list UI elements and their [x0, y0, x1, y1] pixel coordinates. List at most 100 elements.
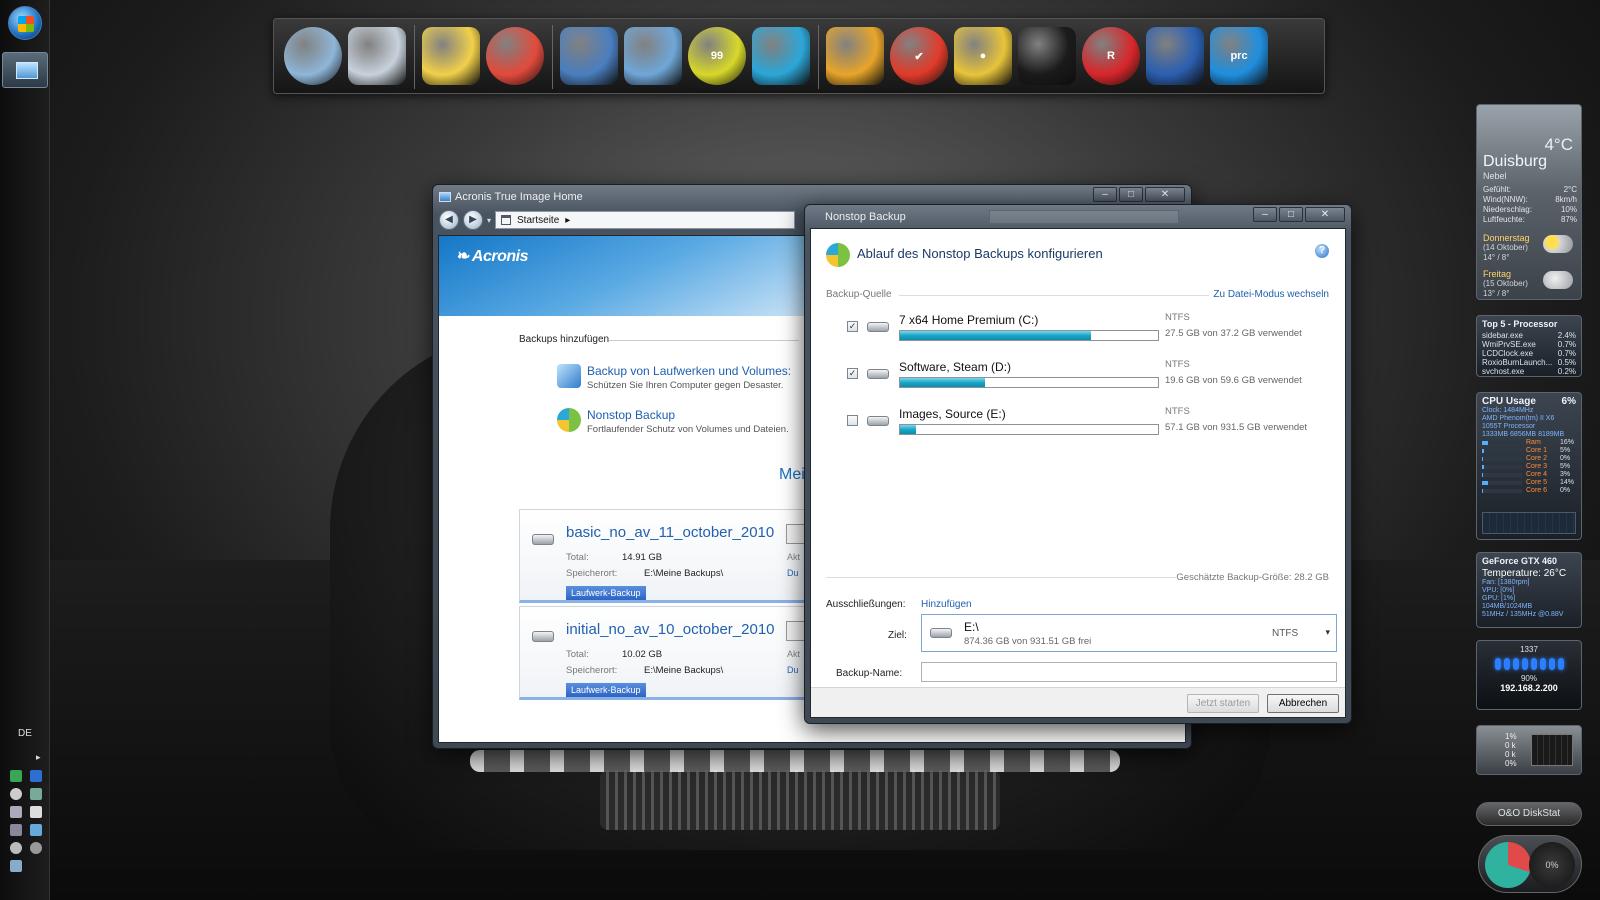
total-value: 10.02 GB — [622, 649, 663, 660]
start-now-button[interactable]: Jetzt starten — [1187, 694, 1259, 713]
dialog-search-field[interactable] — [989, 210, 1179, 224]
address-bar[interactable]: Startseite ▸ — [495, 211, 796, 229]
tray-star-icon[interactable] — [10, 860, 22, 872]
breadcrumb-startseite[interactable]: Startseite — [517, 215, 559, 226]
cpu-header: CPU Usage 6% — [1482, 396, 1576, 407]
maximize-button[interactable]: □ — [1119, 187, 1143, 202]
drive-checkbox[interactable]: ✓ — [847, 321, 858, 332]
disc-refresh-icon[interactable] — [752, 27, 810, 85]
tray-app-icon[interactable] — [10, 770, 22, 782]
gpu-gadget[interactable]: GeForce GTX 460 Temperature: 26°C Fan: [… — [1476, 552, 1582, 628]
help-icon[interactable]: ? — [1315, 244, 1329, 258]
start-button[interactable] — [8, 6, 42, 40]
sun-cloud-icon — [1543, 235, 1573, 253]
drive-icon — [930, 628, 952, 638]
language-indicator[interactable]: DE — [0, 728, 50, 739]
target-filesystem: NTFS — [1272, 628, 1299, 639]
cpu-core-row: Core 1 5% — [1482, 447, 1576, 455]
paint-icon[interactable] — [422, 27, 480, 85]
forward-button[interactable]: ▶ — [463, 210, 483, 230]
backup-name[interactable]: initial_no_av_10_october_2010 — [566, 621, 775, 638]
eye-player-icon[interactable]: ● — [954, 27, 1012, 85]
tray-volume-icon[interactable] — [30, 842, 42, 854]
dialog-content: Ablauf des Nonstop Backups konfigurieren… — [810, 228, 1346, 718]
pinwheel-icon[interactable] — [486, 27, 544, 85]
network-icon[interactable] — [560, 27, 618, 85]
face-icon[interactable] — [1018, 27, 1076, 85]
backup-side-link[interactable]: Du — [787, 665, 799, 675]
prc-icon[interactable]: prc — [1210, 27, 1268, 85]
trash-icon[interactable] — [348, 27, 406, 85]
cpu-core-bar — [1482, 489, 1522, 493]
source-drive-row[interactable]: ✓ 7 x64 Home Premium (C:) NTFS 27.5 GB von … — [847, 312, 1317, 353]
backup-action-button[interactable] — [786, 621, 806, 641]
cpu-core-bar — [1482, 441, 1522, 445]
add-disk-backup-link[interactable]: Backup von Laufwerken und Volumes: — [587, 364, 791, 378]
backup-name[interactable]: basic_no_av_11_october_2010 — [566, 524, 774, 541]
tray-clock-icon[interactable] — [10, 788, 22, 800]
drive-name: Images, Source (E:) — [899, 407, 1006, 421]
drive-checkbox[interactable] — [847, 415, 858, 426]
tray-plane-icon[interactable] — [30, 806, 42, 818]
maximize-button[interactable]: □ — [1279, 207, 1303, 222]
disk-activity-gadget[interactable]: 1% 0 k 0 k 0% — [1476, 725, 1582, 775]
minimize-button[interactable]: – — [1253, 207, 1277, 222]
target-dropdown[interactable]: E:\ 874.36 GB von 931.51 GB frei NTFS ▾ — [921, 614, 1337, 652]
tray-onenote-icon[interactable] — [30, 770, 42, 782]
weather-gadget[interactable]: 4°C Duisburg Nebel Gefühlt: 2°C Wind(NNW)… — [1476, 104, 1582, 300]
home-icon[interactable] — [284, 27, 342, 85]
close-button[interactable]: ✕ — [1305, 207, 1345, 222]
cancel-button[interactable]: Abbrechen — [1267, 694, 1339, 713]
back-button[interactable]: ◀ — [439, 210, 459, 230]
close-button[interactable]: ✕ — [1145, 187, 1185, 202]
history-dropdown-icon[interactable]: ▾ — [487, 216, 491, 225]
backup-name-input[interactable] — [921, 662, 1337, 682]
r-icon[interactable]: R — [1082, 27, 1140, 85]
cpu-usage-gadget[interactable]: CPU Usage 6% Clock: 1484MHz AMD Phenom(t… — [1476, 392, 1582, 540]
backup-card[interactable]: initial_no_av_10_october_2010 Total: 10.… — [519, 606, 809, 700]
disk-gauge-gadget[interactable]: 0% — [1478, 835, 1582, 893]
drive-filesystem: NTFS — [1165, 312, 1190, 323]
dialog-header-title: Ablauf des Nonstop Backups konfigurieren — [857, 246, 1103, 261]
minimize-button[interactable]: – — [1093, 187, 1117, 202]
tray-monitor-icon[interactable] — [10, 806, 22, 818]
gpu-temperature: Temperature: 26°C — [1482, 568, 1567, 579]
top-processes-gadget[interactable]: Top 5 - Processor sidebar.exe 2.4% WmiPrv… — [1476, 315, 1582, 377]
tray-network-icon[interactable] — [10, 824, 22, 836]
source-drive-row[interactable]: ✓ Software, Steam (D:) NTFS 19.6 GB von 59.… — [847, 359, 1317, 400]
folder-icon[interactable] — [1146, 27, 1204, 85]
backup-card[interactable]: basic_no_av_11_october_2010 Total: 14.91… — [519, 509, 809, 603]
drive-checkbox[interactable]: ✓ — [847, 368, 858, 379]
monitor-99-icon[interactable]: 99 — [688, 27, 746, 85]
add-nonstop-backup-link[interactable]: Nonstop Backup — [587, 408, 789, 422]
nonstop-backup-icon — [557, 408, 581, 432]
tray-expand-icon[interactable]: ▸ — [36, 752, 41, 763]
backup-source-label: Backup-Quelle — [826, 289, 892, 300]
ventrilo-icon[interactable] — [826, 27, 884, 85]
backup-action-button[interactable] — [786, 524, 806, 544]
switch-file-mode-link[interactable]: Zu Datei-Modus wechseln — [1213, 289, 1329, 300]
add-nonstop-backup-item[interactable]: Nonstop Backup Fortlaufender Schutz von … — [557, 408, 789, 435]
taskbar-app-acronis[interactable] — [2, 52, 48, 88]
home-icon — [501, 215, 512, 225]
oo-diskstat-gadget[interactable]: O&O DiskStat — [1476, 802, 1582, 826]
nonstop-backup-dialog[interactable]: Nonstop Backup – □ ✕ Ablauf des Nonstop … — [804, 204, 1352, 724]
chevron-down-icon[interactable]: ▾ — [1325, 627, 1330, 638]
dialog-title: Nonstop Backup — [825, 211, 906, 223]
checkmark-icon[interactable]: ✔ — [890, 27, 948, 85]
backup-side-link[interactable]: Du — [787, 568, 799, 578]
add-exclusion-link[interactable]: Hinzufügen — [921, 599, 972, 610]
add-disk-backup-item[interactable]: Backup von Laufwerken und Volumes: Schüt… — [557, 364, 791, 391]
cpu-core-row: Core 6 0% — [1482, 487, 1576, 495]
tray-chat-icon[interactable] — [30, 788, 42, 800]
source-drive-row[interactable]: Images, Source (E:) NTFS 57.1 GB von 931.5… — [847, 406, 1317, 447]
computer-icon[interactable] — [624, 27, 682, 85]
network-gadget[interactable]: 1337 90% 192.168.2.200 — [1476, 640, 1582, 710]
cpu-model: AMD Phenom(tm) II X6 1055T Processor — [1482, 415, 1555, 430]
breadcrumb-arrow-icon[interactable]: ▸ — [565, 215, 570, 226]
drive-usage-bar — [899, 330, 1159, 341]
tray-user-icon[interactable] — [10, 842, 22, 854]
disk-graph — [1531, 734, 1573, 766]
tray-sync-icon[interactable] — [30, 824, 42, 836]
weather-details: Gefühlt: 2°C Wind(NNW): 8km/h Niederschlag… — [1483, 185, 1577, 225]
